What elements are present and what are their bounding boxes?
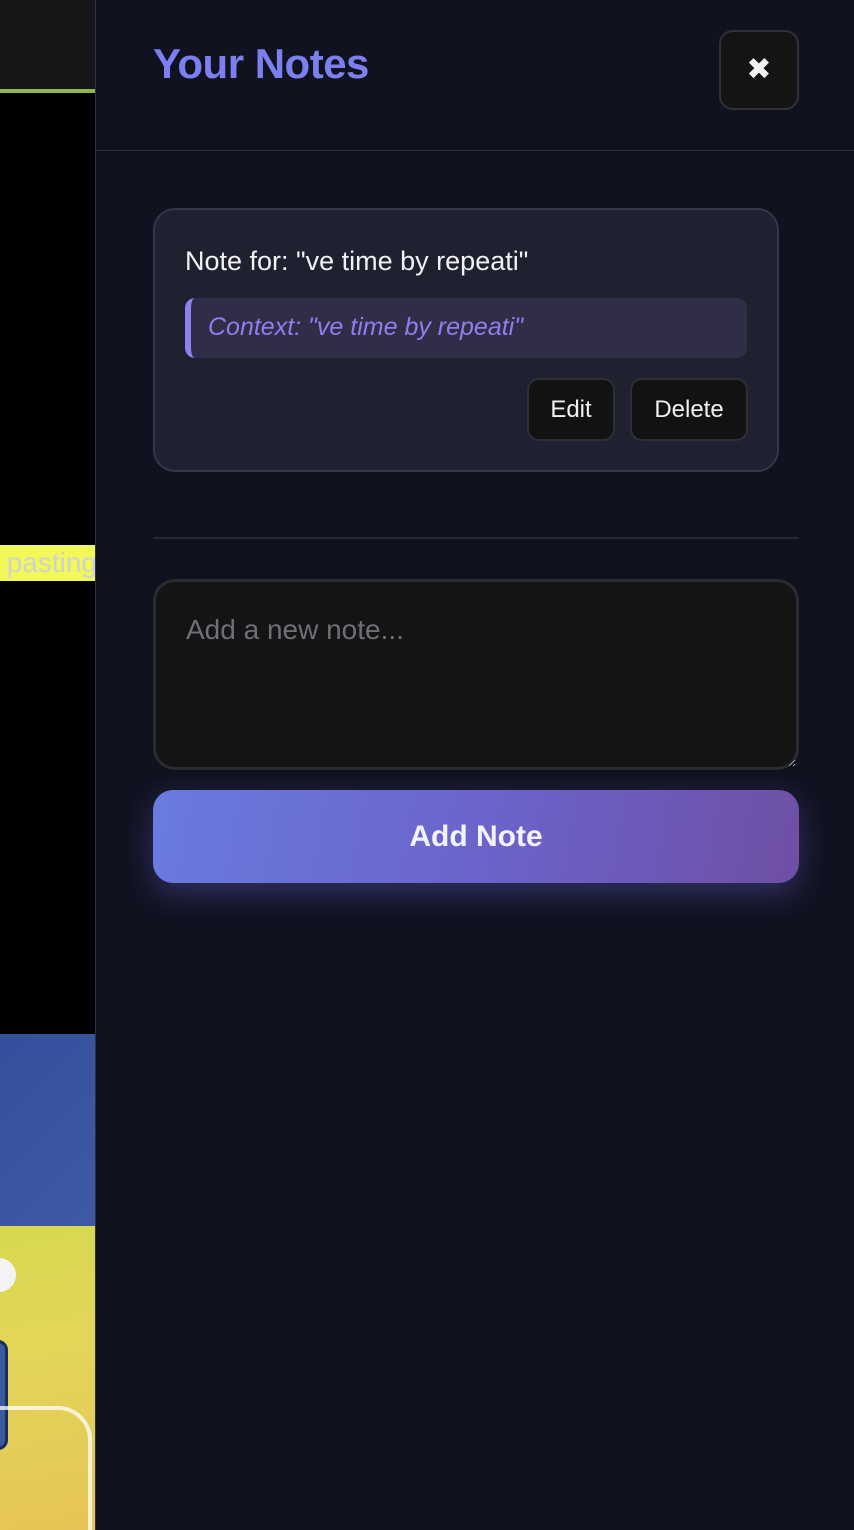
notes-panel-header: Your Notes ✖ xyxy=(96,0,854,151)
background-yellow-card: later xyxy=(0,1226,95,1530)
background-toolbar xyxy=(0,0,95,90)
background-progress-bar xyxy=(0,89,95,93)
edit-note-button[interactable]: Edit xyxy=(527,378,615,441)
section-divider xyxy=(153,537,799,539)
background-highlighted-text: pasting xyxy=(0,545,95,581)
delete-note-button[interactable]: Delete xyxy=(630,378,748,441)
close-button[interactable]: ✖ xyxy=(719,30,799,110)
background-highlight-label: pasting xyxy=(6,547,95,578)
page: pasting later Your Notes ✖ Note for: "ve… xyxy=(0,0,854,1530)
note-card: Note for: "ve time by repeati" Context: … xyxy=(153,208,779,472)
background-circle-icon xyxy=(0,1258,16,1292)
add-note-button[interactable]: Add Note xyxy=(153,790,799,883)
new-note-input[interactable] xyxy=(153,579,799,770)
background-blue-section xyxy=(0,1034,95,1226)
notes-panel: Your Notes ✖ Note for: "ve time by repea… xyxy=(95,0,854,1530)
close-icon: ✖ xyxy=(746,53,772,86)
panel-title: Your Notes xyxy=(153,40,369,87)
background-card-outline xyxy=(0,1406,92,1530)
note-title: Note for: "ve time by repeati" xyxy=(185,246,529,276)
background-app: pasting later xyxy=(0,0,95,1530)
note-context-quote: Context: "ve time by repeati" xyxy=(185,298,747,358)
note-context-text: Context: "ve time by repeati" xyxy=(208,313,524,341)
